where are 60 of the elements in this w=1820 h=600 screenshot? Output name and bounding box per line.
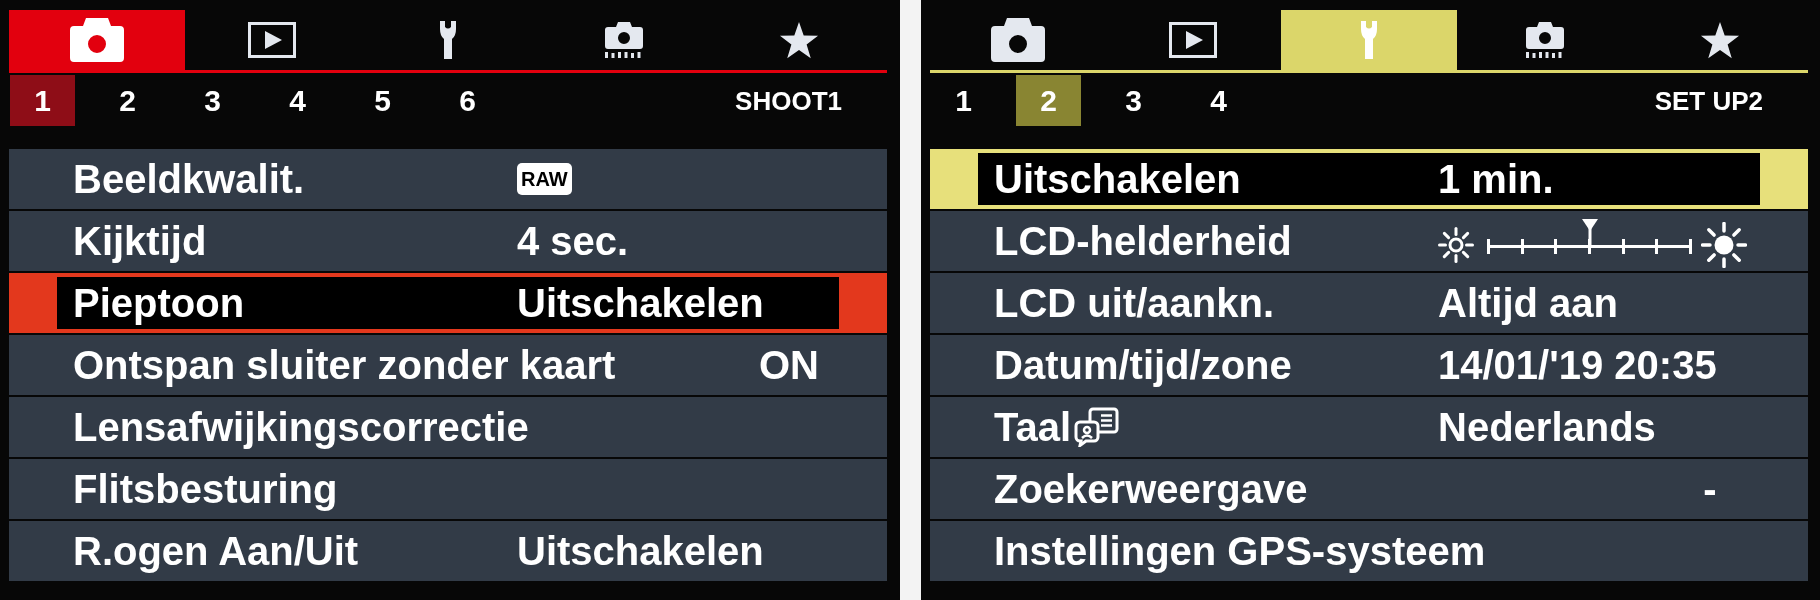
menu-label: Instellingen GPS-systeem: [994, 531, 1486, 571]
camera-icon: [990, 18, 1045, 62]
menu-label: Beeldkwalit.: [73, 159, 305, 199]
page-title: SHOOT1: [735, 87, 842, 114]
menu-value: Altijd aan: [1438, 283, 1619, 323]
menu-row[interactable]: LCD uit/aankn. Altijd aan: [930, 273, 1808, 333]
menu-value: Nederlands: [1438, 407, 1656, 447]
menu-label: Zoekerweergave: [994, 469, 1308, 509]
menu-row[interactable]: Zoekerweergave -: [930, 459, 1808, 519]
menu-label: LCD-helderheid: [994, 221, 1292, 261]
page-tab[interactable]: 4: [1186, 75, 1251, 126]
menu-label: R.ogen Aan/Uit: [73, 531, 359, 571]
menu-label: Taal: [994, 407, 1072, 447]
menu-value: ON: [758, 345, 820, 385]
large-sun-icon: [1701, 222, 1747, 268]
menu-row[interactable]: Beeldkwalit. RAW: [9, 149, 887, 209]
star-icon: [779, 21, 820, 59]
menu-row[interactable]: Lensafwijkingscorrectie: [9, 397, 887, 457]
menu-value: 4 sec.: [517, 221, 629, 261]
menu-value: 1 min.: [1438, 159, 1554, 199]
menu-row[interactable]: Datum/tijd/zone 14/01/'19 20:35: [930, 335, 1808, 395]
menu-row[interactable]: Flitsbesturing: [9, 459, 887, 519]
menu-row[interactable]: Kijktijd 4 sec.: [9, 211, 887, 271]
star-icon: [1700, 21, 1741, 59]
page-tab[interactable]: 5: [350, 75, 415, 126]
page-tab[interactable]: 6: [435, 75, 500, 126]
menu-row[interactable]: Uitschakelen 1 min.: [930, 149, 1808, 209]
speech-bubbles-icon: [1073, 407, 1120, 447]
menu-value: Uitschakelen: [517, 283, 764, 323]
menu-label: Flitsbesturing: [73, 469, 338, 509]
menu-label: LCD uit/aankn.: [994, 283, 1275, 323]
menu-label: Ontspan sluiter zonder kaart: [73, 345, 616, 385]
page-title: SET UP2: [1654, 87, 1763, 114]
menu-value: Uitschakelen: [517, 531, 764, 571]
menu-label: Lensafwijkingscorrectie: [73, 407, 529, 447]
menu-value: -: [1702, 469, 1718, 509]
page-tab[interactable]: 2: [95, 75, 160, 126]
menu-row[interactable]: Taal Nederlands: [930, 397, 1808, 457]
page-tab[interactable]: 3: [1101, 75, 1166, 126]
menu-row[interactable]: LCD-helderheid: [930, 211, 1808, 271]
menu-row[interactable]: Pieptoon Uitschakelen: [9, 273, 887, 333]
menu-row[interactable]: Instellingen GPS-systeem: [930, 521, 1808, 581]
menu-label: Datum/tijd/zone: [994, 345, 1292, 385]
format-badge: RAW: [517, 163, 572, 195]
menu-label: Uitschakelen: [994, 159, 1241, 199]
play-icon: [1169, 22, 1218, 58]
slider-marker[interactable]: [1581, 219, 1598, 247]
menu-label: Pieptoon: [73, 283, 245, 323]
page-tab[interactable]: 1: [10, 75, 75, 126]
camera-icon: [69, 18, 124, 62]
small-sun-icon: [1438, 227, 1474, 263]
menu-row[interactable]: Ontspan sluiter zonder kaart ON: [9, 335, 887, 395]
page-tab[interactable]: 2: [1016, 75, 1081, 126]
menu-value: 14/01/'19 20:35: [1438, 345, 1717, 385]
page-tab[interactable]: 3: [180, 75, 245, 126]
page-tab[interactable]: 1: [931, 75, 996, 126]
page-tab[interactable]: 4: [265, 75, 330, 126]
menu-label: Kijktijd: [73, 221, 207, 261]
menu-row[interactable]: R.ogen Aan/Uit Uitschakelen: [9, 521, 887, 581]
play-icon: [248, 22, 297, 58]
